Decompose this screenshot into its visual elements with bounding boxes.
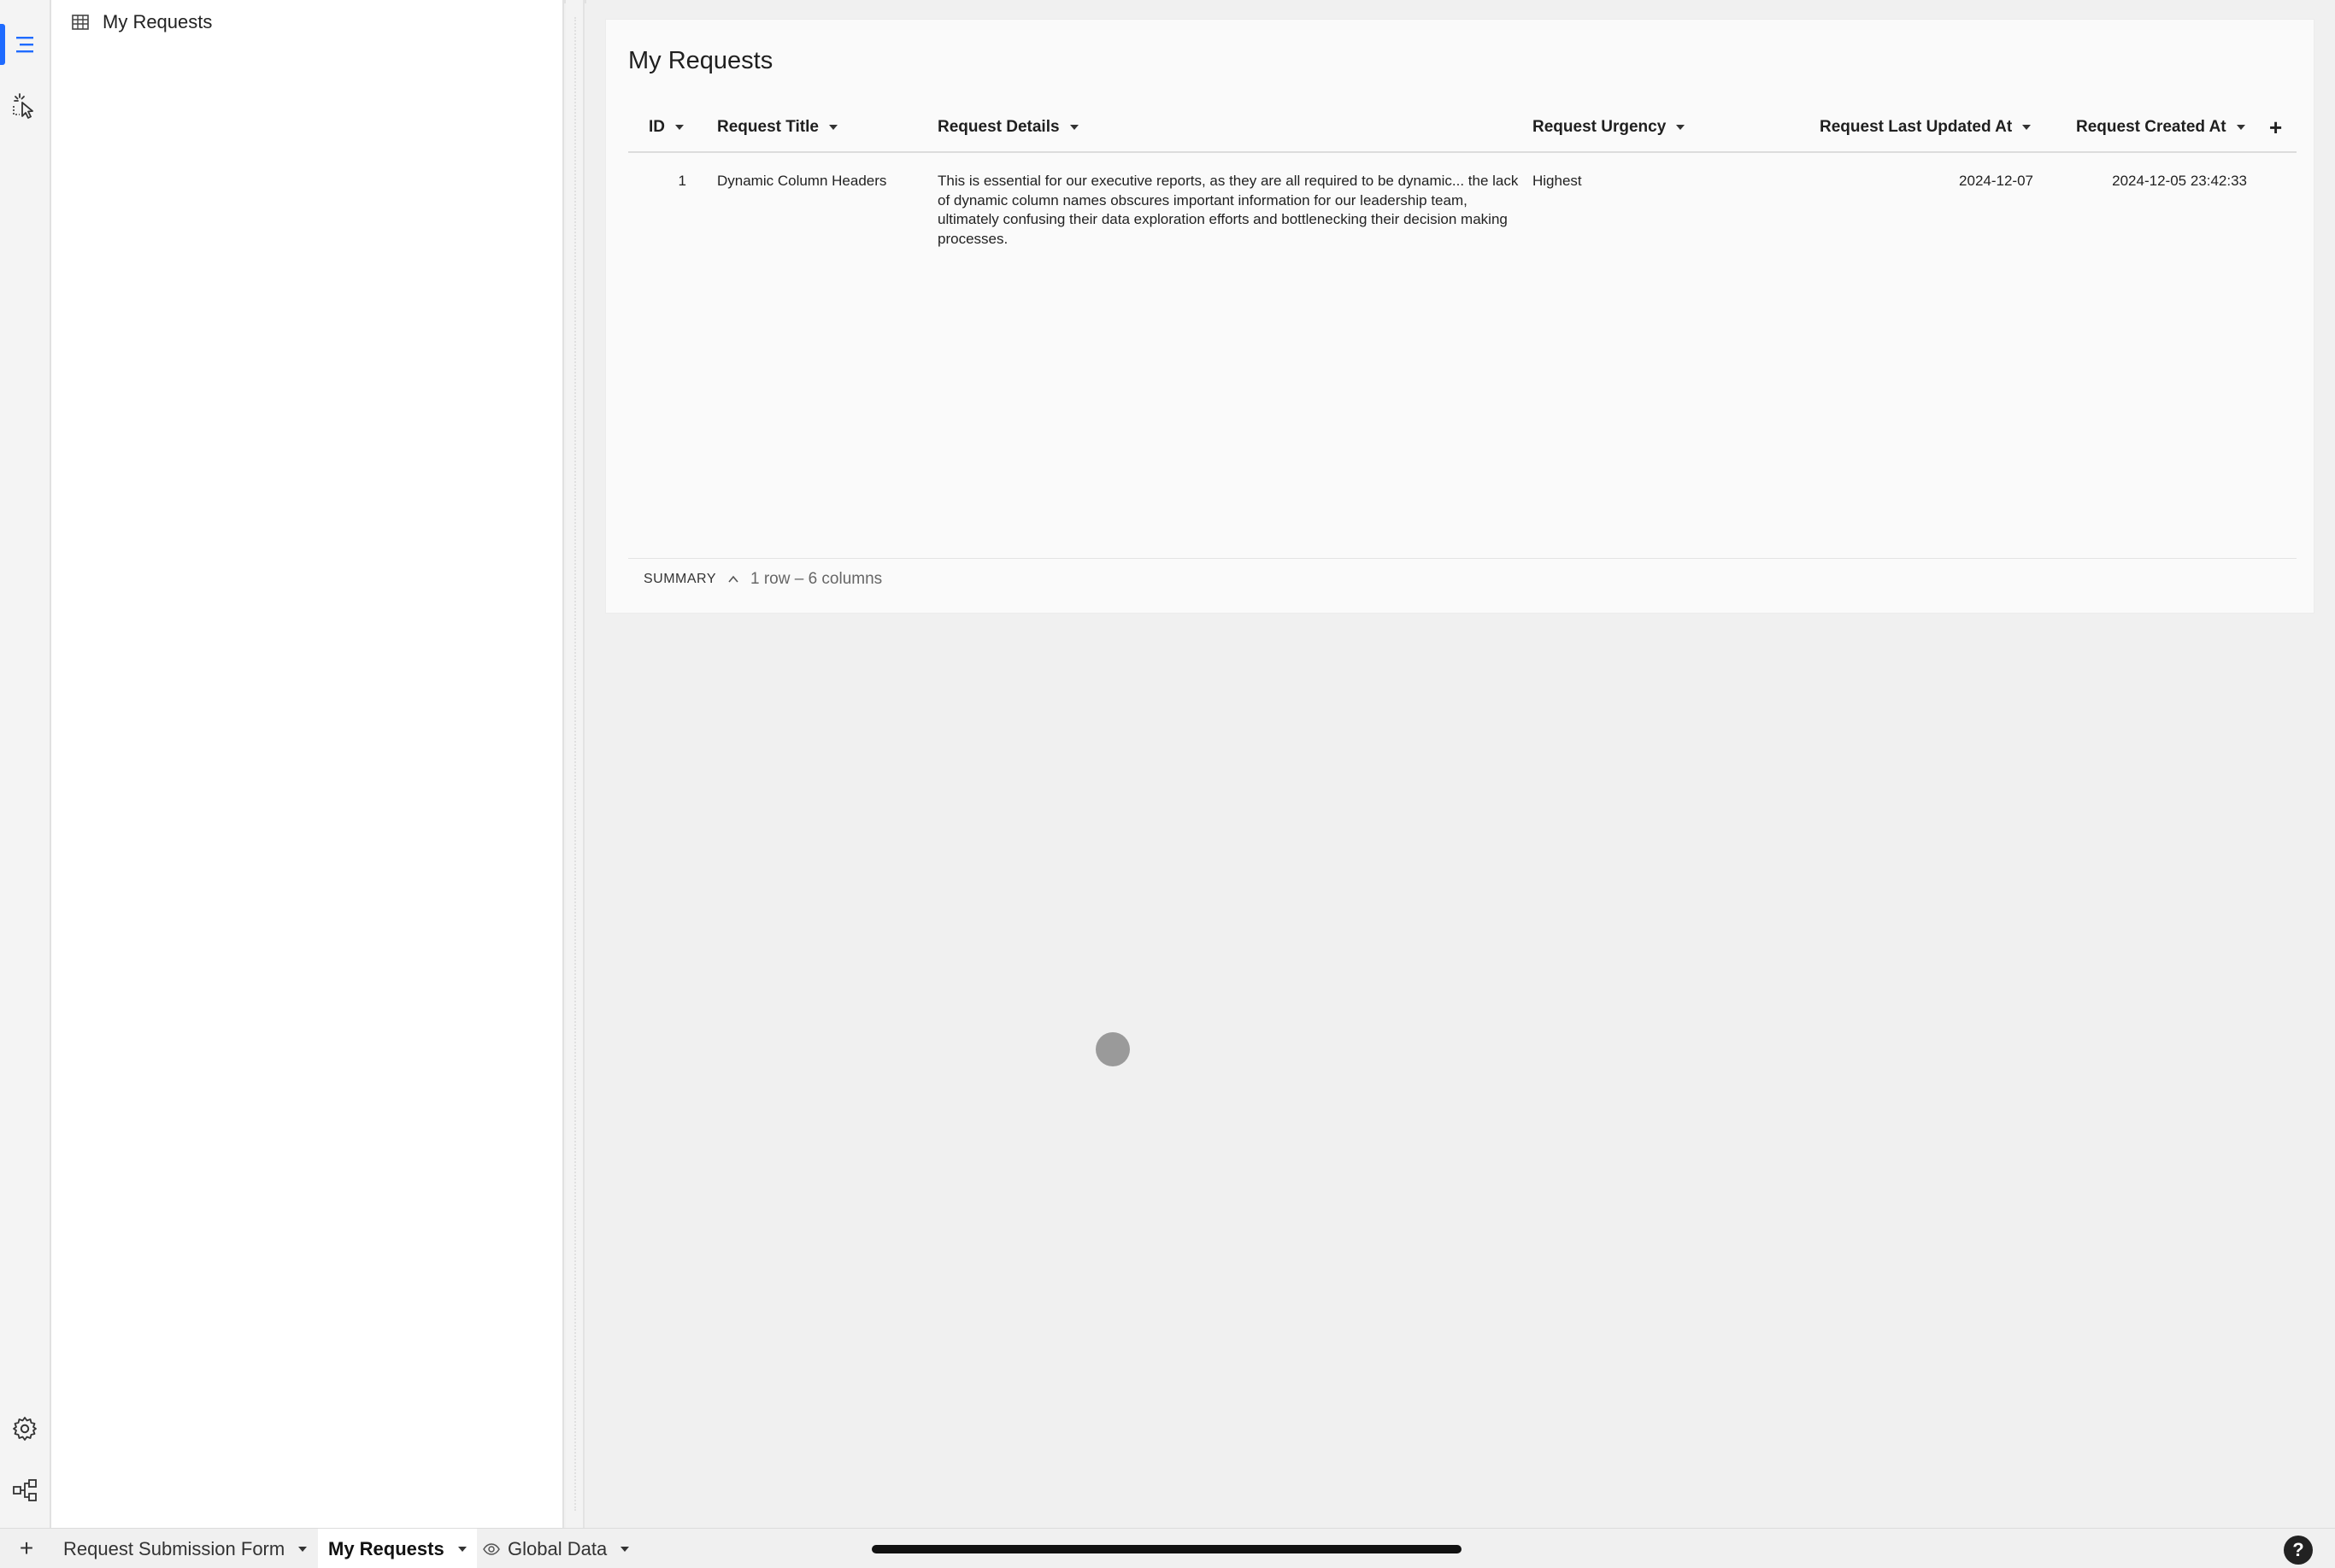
column-header-last-updated[interactable]: Request Last Updated At	[1820, 102, 2032, 153]
tab-label: My Requests	[328, 1537, 444, 1559]
caret-down-icon[interactable]	[828, 125, 838, 130]
touch-cursor-indicator	[1096, 1032, 1130, 1066]
column-header-label: Request Details	[938, 118, 1060, 136]
add-page-button[interactable]: +	[12, 1534, 41, 1563]
table-icon	[72, 15, 89, 30]
summary-label: SUMMARY	[644, 571, 716, 586]
table-header-row: ID Request Title Request Details Request…	[628, 102, 2297, 153]
caret-down-icon[interactable]	[621, 1546, 630, 1552]
table-element[interactable]: My Requests ID Request Title Request Det…	[605, 19, 2314, 614]
caret-down-icon[interactable]	[2022, 125, 2032, 130]
cell-last-updated[interactable]: 2024-12-07	[1820, 172, 2033, 191]
outline-item-my-requests[interactable]: My Requests	[70, 7, 212, 38]
caret-down-icon[interactable]	[457, 1546, 467, 1552]
tab-request-submission-form[interactable]: Request Submission Form	[53, 1529, 317, 1568]
data-lineage-icon	[13, 1479, 37, 1501]
table-grid: ID Request Title Request Details Request…	[628, 102, 2297, 255]
outline-icon	[16, 37, 33, 53]
outline-panel: My Requests	[51, 0, 564, 1528]
caret-down-icon[interactable]	[1676, 125, 1685, 130]
column-header-request-urgency[interactable]: Request Urgency	[1532, 102, 1685, 153]
gear-icon	[13, 1417, 37, 1441]
tab-global-data[interactable]: Global Data	[472, 1529, 639, 1568]
left-rail	[0, 0, 51, 1528]
chevron-up-icon[interactable]	[726, 573, 740, 586]
pointer-select-icon	[13, 93, 33, 119]
cell-created[interactable]: 2024-12-05 23:42:33	[2076, 172, 2247, 191]
cell-id[interactable]: 1	[649, 172, 686, 191]
add-column-button[interactable]: +	[2269, 102, 2282, 153]
tab-label: Global Data	[508, 1537, 608, 1559]
column-header-id[interactable]: ID	[649, 102, 684, 153]
column-header-label: Request Created At	[2076, 118, 2226, 136]
summary-count: 1 row – 6 columns	[750, 569, 883, 588]
caret-down-icon[interactable]	[2236, 125, 2245, 130]
select-element-button[interactable]	[0, 82, 50, 130]
help-button[interactable]: ?	[2284, 1536, 2313, 1565]
element-title: My Requests	[628, 47, 773, 74]
cell-request-title[interactable]: Dynamic Column Headers	[717, 172, 922, 191]
eye-icon	[483, 1542, 500, 1555]
data-lineage-button[interactable]	[0, 1466, 50, 1514]
panel-resize-handle[interactable]	[566, 0, 585, 1528]
cell-request-urgency[interactable]: Highest	[1532, 172, 1789, 191]
outline-item-label: My Requests	[103, 11, 213, 32]
column-header-request-title[interactable]: Request Title	[717, 102, 838, 153]
summary-bar[interactable]: SUMMARY 1 row – 6 columns	[628, 558, 2297, 599]
column-header-label: Request Urgency	[1532, 118, 1667, 136]
column-header-created[interactable]: Request Created At	[2076, 102, 2245, 153]
column-header-request-details[interactable]: Request Details	[938, 102, 1079, 153]
caret-down-icon[interactable]	[298, 1546, 308, 1552]
tab-label: Request Submission Form	[63, 1537, 285, 1559]
column-header-label: ID	[649, 118, 665, 136]
table-row[interactable]: 1 Dynamic Column Headers This is essenti…	[628, 153, 2297, 255]
cell-request-details[interactable]: This is essential for our executive repo…	[938, 172, 1519, 249]
outline-button[interactable]	[0, 21, 50, 68]
horizontal-scrollbar[interactable]	[872, 1545, 1462, 1553]
column-header-label: Request Last Updated At	[1820, 118, 2013, 136]
caret-down-icon[interactable]	[1069, 125, 1079, 130]
settings-button[interactable]	[0, 1405, 50, 1453]
caret-down-icon[interactable]	[675, 125, 684, 130]
tab-my-requests[interactable]: My Requests	[318, 1529, 477, 1568]
column-header-label: Request Title	[717, 118, 819, 136]
